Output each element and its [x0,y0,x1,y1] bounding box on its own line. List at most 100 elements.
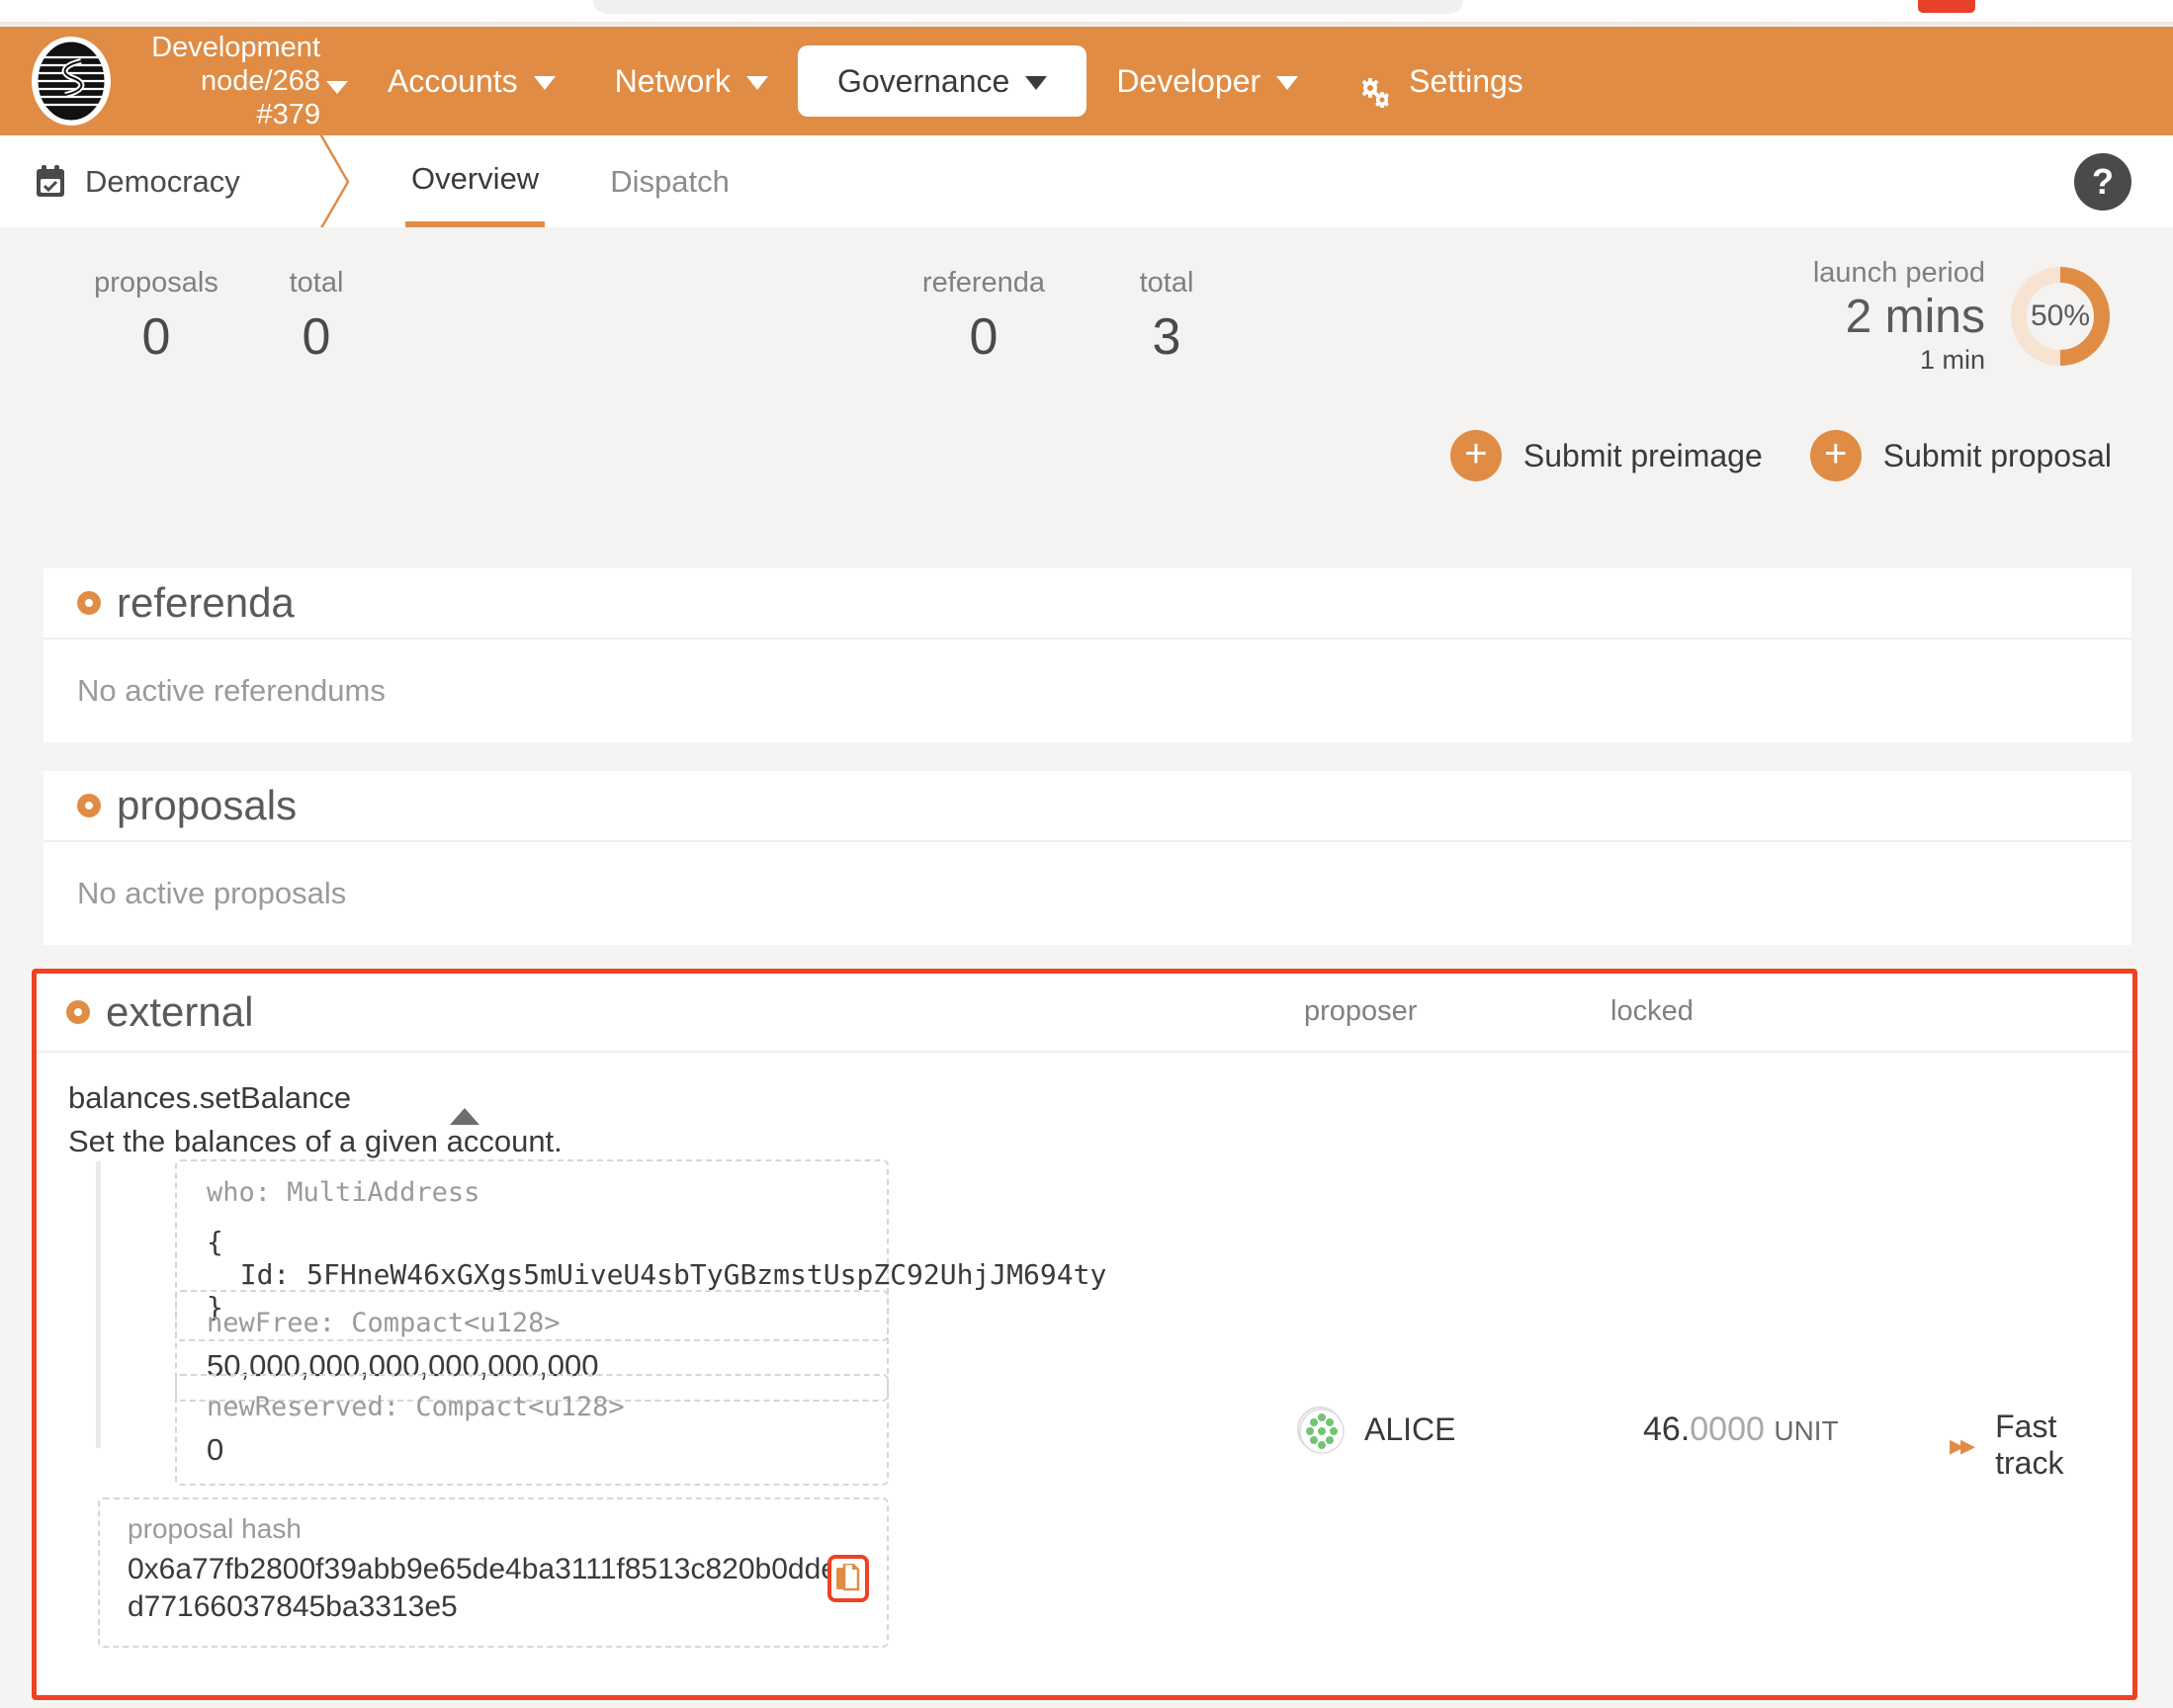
copy-icon[interactable] [827,1555,869,1602]
launch-period-label: launch period [1812,257,1985,289]
param-newfree-type: newFree: Compact<u128> [207,1308,561,1338]
proposals-card-title: proposals [117,782,298,828]
calendar-check-icon [36,164,65,199]
browser-tab[interactable] [593,0,1463,14]
nav-item-network[interactable]: Network [585,45,798,117]
stat-proposals-label: proposals [94,267,218,299]
tab-dispatch-label: Dispatch [610,163,730,199]
nav-item-settings[interactable]: Settings [1328,45,1553,117]
node-name: Development [151,32,320,63]
external-card: external proposer locked balances.setBal… [32,969,2137,1700]
tab-dispatch[interactable]: Dispatch [604,135,736,227]
fast-track-label: Fast track [1995,1409,2064,1481]
node-block-number: #379 [256,99,320,130]
node-version: node/268 [201,65,320,97]
launch-period-remaining: 2 mins [1845,291,1985,343]
nav-item-settings-label: Settings [1409,63,1523,99]
submit-preimage-label: Submit preimage [1522,437,1763,473]
chevron-down-icon [1276,76,1299,90]
chevron-down-icon [745,76,768,90]
orange-dot-icon [77,591,101,615]
browser-chrome-strip [0,0,2173,22]
nav-item-accounts-label: Accounts [388,63,518,99]
nav-item-accounts[interactable]: Accounts [358,45,585,117]
caret-up-icon[interactable] [450,1108,479,1125]
stat-referenda-label: referenda [921,267,1046,299]
launch-period-elapsed: 1 min [1919,345,1985,375]
chevron-down-icon [326,81,348,94]
proposals-card-body: No active proposals [43,840,2131,945]
referenda-card-body: No active referendums [43,638,2131,742]
stat-proposals-total-label: total [289,267,344,299]
tab-bar: Overview Dispatch [405,135,736,227]
proposer-name: ALICE [1364,1410,1456,1447]
breadcrumb-label: Democracy [85,163,240,199]
top-navigation-bar: Development node/268 #379 Accounts Netwo… [0,27,2173,135]
locked-amount-integer: 46. [1643,1410,1691,1448]
proposal-hash-label: proposal hash [128,1513,302,1544]
proposal-hash-box: proposal hash 0x6a77fb2800f39abb9e65de4b… [98,1497,889,1648]
node-selector[interactable]: Development node/268 #379 [130,31,348,131]
referenda-empty-text: No active referendums [77,673,386,708]
submit-proposal-button[interactable]: + Submit proposal [1809,430,2112,481]
call-description: Set the balances of a given account. [68,1124,563,1158]
proposals-card: proposals No active proposals [43,771,2131,945]
orange-dot-icon [66,1000,90,1024]
nav-item-network-label: Network [614,63,731,99]
referenda-card-header: referenda [43,568,2131,638]
breadcrumb-divider [316,130,350,233]
nav-item-developer-label: Developer [1116,63,1261,99]
identicon-avatar [1297,1407,1345,1454]
help-button-label: ? [2092,161,2114,202]
proposals-empty-text: No active proposals [77,876,347,910]
launch-period-percent: 50% [2030,299,2091,332]
breadcrumb[interactable]: Democracy [0,164,316,200]
stat-proposals-value: 0 [141,308,171,366]
column-header-proposer: proposer [1304,995,1418,1027]
launch-period-text: launch period 2 mins 1 min [1813,257,1985,376]
nav-item-governance-label: Governance [836,63,1010,99]
stat-referenda-value: 0 [969,308,999,366]
browser-highlight-marker [1918,0,1975,13]
help-button[interactable]: ? [2074,153,2131,211]
locked-amount: 46.0000 UNIT [1643,1410,1839,1449]
referenda-card: referenda No active referendums [43,568,2131,742]
nav-item-governance[interactable]: Governance [797,45,1087,117]
gear-icon [1357,64,1393,108]
stat-referenda-total-value: 3 [1152,308,1181,366]
locked-amount-fraction: 0000 [1690,1410,1765,1448]
summary-band: proposals 0 total 0 referenda 0 total 3 … [0,227,2173,524]
proposer-cell: ALICE [1297,1407,1456,1454]
param-newreserved-type: newReserved: Compact<u128> [207,1392,625,1422]
launch-period-gauge: 50% [2009,265,2112,368]
fast-forward-icon: ▸▸ [1950,1428,1975,1462]
proposal-hash-value: 0x6a77fb2800f39abb9e65de4ba3111f8513c820… [128,1553,854,1623]
orange-dot-icon [77,794,101,817]
plus-icon: + [1809,430,1862,481]
param-rail [96,1161,101,1448]
chevron-down-icon [1025,76,1048,90]
plus-icon: + [1449,430,1502,481]
submit-proposal-label: Submit proposal [1882,437,2112,473]
app-root: Development node/268 #379 Accounts Netwo… [0,0,2173,1708]
param-newreserved-value: 0 [207,1432,224,1467]
stat-referenda: referenda 0 [890,267,1078,367]
launch-period-widget: launch period 2 mins 1 min 50% [1813,257,2112,376]
summary-actions: + Submit preimage + Submit proposal [1449,430,2112,481]
external-card-title: external [106,988,254,1035]
external-card-body: balances.setBalance Set the balances of … [37,1051,2132,1693]
submit-preimage-button[interactable]: + Submit preimage [1449,430,1763,481]
locked-amount-unit: UNIT [1774,1415,1839,1446]
chevron-down-icon [533,76,556,90]
stat-referenda-total-label: total [1139,267,1194,299]
substrate-logo-icon[interactable] [30,36,113,127]
stat-referenda-total: total 3 [1097,267,1236,367]
param-newreserved: newReserved: Compact<u128> 0 [175,1374,889,1486]
tab-overview[interactable]: Overview [405,135,546,227]
stat-proposals: proposals 0 [87,267,225,367]
fast-track-button[interactable]: ▸▸ Fast track [1950,1409,2132,1482]
nav-item-developer[interactable]: Developer [1086,45,1328,117]
referenda-card-title: referenda [117,579,295,626]
stat-proposals-total-value: 0 [302,308,331,366]
param-who-type: who: MultiAddress [207,1177,480,1208]
